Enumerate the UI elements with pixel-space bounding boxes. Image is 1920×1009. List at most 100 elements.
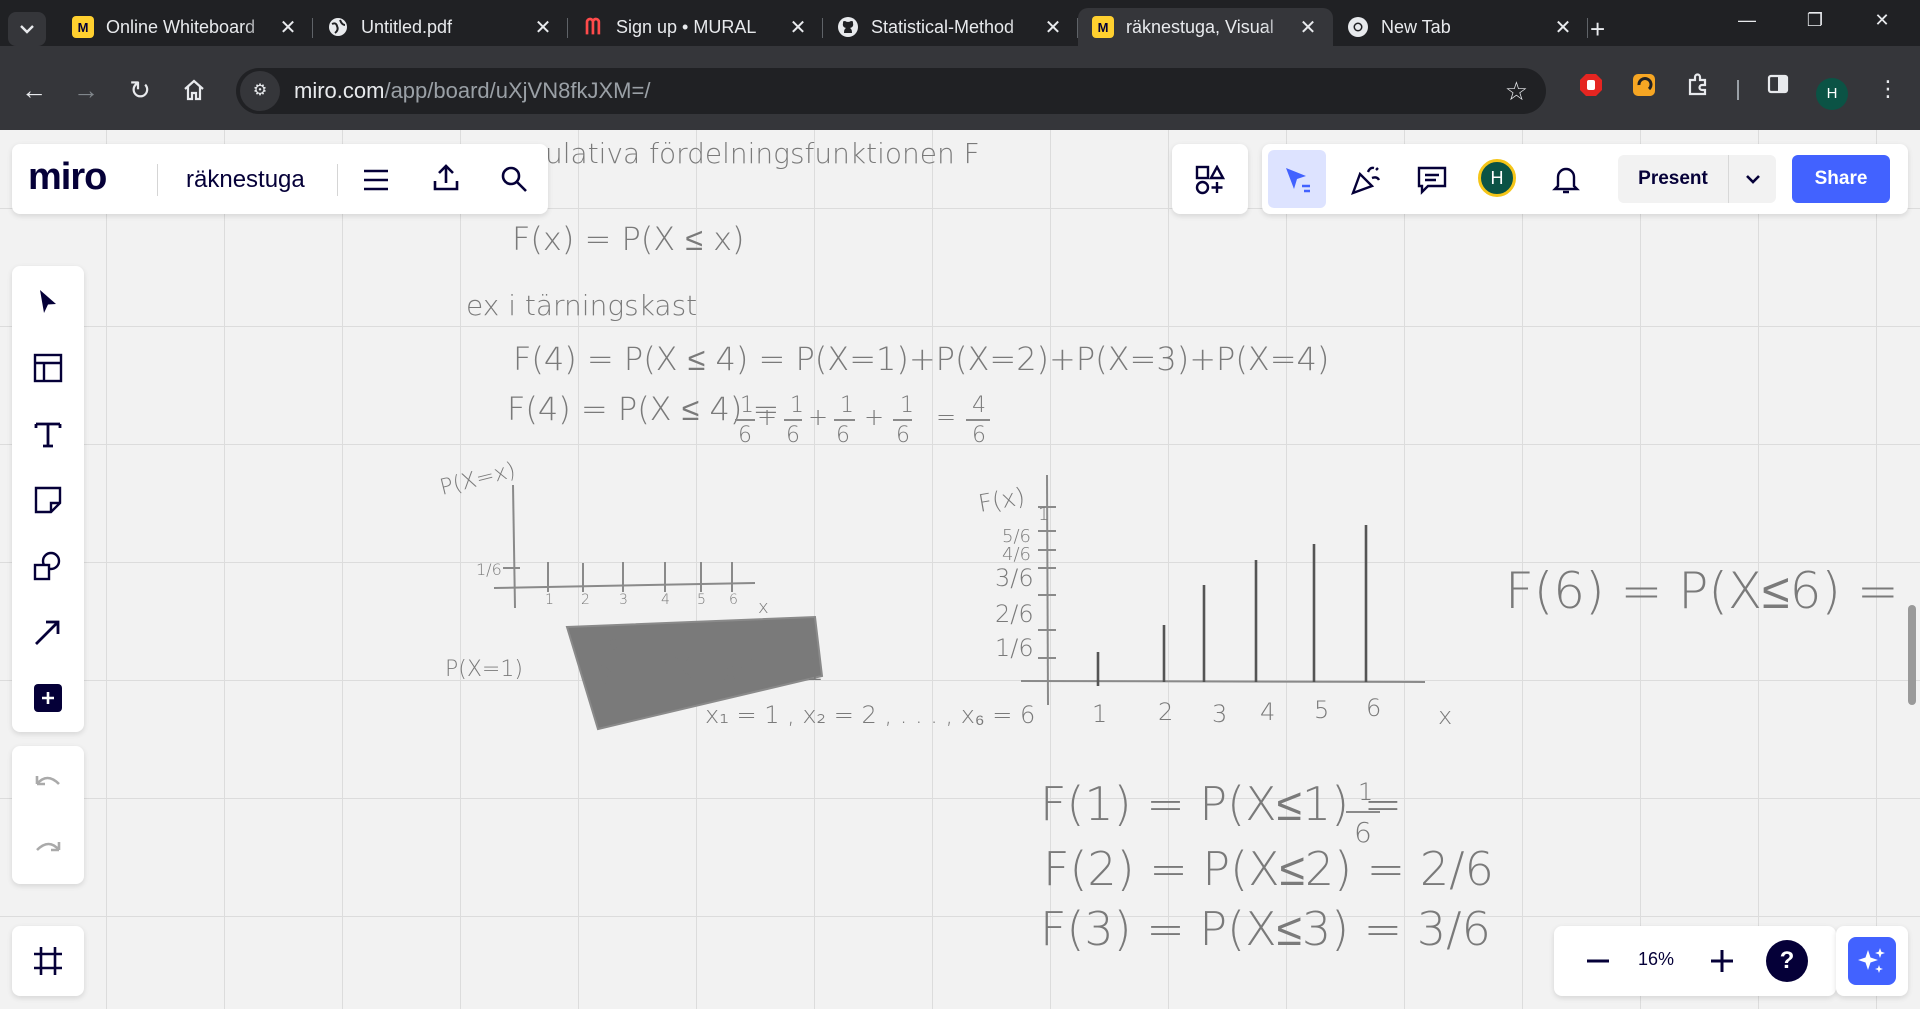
notifications-button[interactable] bbox=[1546, 160, 1586, 200]
apps-button[interactable] bbox=[1190, 160, 1230, 200]
bookmark-star-icon[interactable]: ☆ bbox=[1505, 76, 1528, 107]
px1-text: P(X=1) bbox=[445, 657, 523, 682]
apps-panel bbox=[1172, 144, 1248, 214]
tab-title: New Tab bbox=[1381, 16, 1451, 37]
home-button[interactable] bbox=[174, 70, 214, 110]
new-tab-button[interactable]: + bbox=[1590, 14, 1605, 45]
plus-icon bbox=[1711, 950, 1733, 972]
left-plot-xlabel: x bbox=[758, 597, 769, 618]
minus-icon bbox=[1587, 959, 1609, 963]
right-plot-ytick: 3/6 bbox=[995, 564, 1034, 592]
miro-logo[interactable]: miro bbox=[28, 156, 107, 199]
help-button[interactable]: ? bbox=[1766, 940, 1808, 982]
cursor-icon bbox=[40, 290, 56, 313]
side-panel-icon[interactable] bbox=[1761, 72, 1795, 106]
upload-icon bbox=[433, 164, 459, 191]
tab-untitled-pdf[interactable]: Untitled.pdf ✕ bbox=[313, 8, 568, 46]
cdf-bars bbox=[1096, 525, 1368, 686]
more-tools-button[interactable] bbox=[34, 684, 62, 712]
sum-body: P(X=xᵢ) = 1 bbox=[640, 650, 824, 688]
chevron-down-icon bbox=[1745, 175, 1760, 184]
close-icon[interactable]: ✕ bbox=[1297, 15, 1319, 40]
tab-search-button[interactable] bbox=[8, 12, 46, 46]
example-text: ex i tärningskast bbox=[466, 289, 697, 322]
select-tool-button[interactable] bbox=[28, 282, 68, 322]
adblock-extension-icon[interactable] bbox=[1574, 72, 1608, 106]
vertical-scrollbar[interactable] bbox=[1908, 605, 1916, 705]
close-icon[interactable]: ✕ bbox=[532, 15, 554, 40]
home-icon bbox=[184, 79, 204, 101]
extensions-puzzle-icon[interactable] bbox=[1681, 72, 1715, 106]
zoom-out-button[interactable] bbox=[1578, 941, 1618, 981]
templates-button[interactable] bbox=[28, 348, 68, 388]
reactions-button[interactable] bbox=[1346, 160, 1386, 200]
tab-mural-signup[interactable]: ᗰ Sign up • MURAL ✕ bbox=[568, 8, 823, 46]
tab-github[interactable]: Statistical-Method ✕ bbox=[823, 8, 1078, 46]
arrow-right-icon: → bbox=[73, 75, 99, 105]
right-plot-x-axis bbox=[1020, 680, 1426, 683]
undo-button[interactable] bbox=[28, 762, 68, 802]
present-button[interactable]: Present bbox=[1618, 155, 1776, 203]
whiteboard-canvas[interactable]: umulativa fördelningsfunktionen F F(x) =… bbox=[0, 130, 1920, 1009]
close-window-button[interactable]: ✕ bbox=[1862, 10, 1902, 31]
left-plot-xtick: 1 bbox=[545, 592, 554, 608]
shapes-tool-button[interactable] bbox=[28, 546, 68, 586]
tab-raknestuga[interactable]: M räknestuga, Visual ✕ bbox=[1078, 8, 1333, 46]
close-icon[interactable]: ✕ bbox=[1042, 15, 1064, 40]
tab-title: Statistical-Method bbox=[871, 16, 1015, 37]
right-plot-xtick: 4 bbox=[1260, 698, 1275, 726]
comments-button[interactable] bbox=[1412, 160, 1452, 200]
left-plot-xtick: 4 bbox=[661, 592, 670, 608]
share-button[interactable]: Share bbox=[1792, 155, 1890, 203]
right-plot-ytick: 1 bbox=[1038, 504, 1049, 525]
right-plot-xtick: 5 bbox=[1314, 696, 1329, 724]
right-plot-ytick: 4/6 bbox=[1002, 544, 1031, 565]
fraction-den: 6 bbox=[836, 423, 850, 448]
definition-text: F(x) = P(X ≤ x) bbox=[512, 220, 745, 258]
close-icon[interactable]: ✕ bbox=[1552, 15, 1574, 40]
fraction-num: 1 bbox=[790, 393, 804, 418]
help-icon: ? bbox=[1779, 947, 1795, 974]
chrome-menu-icon[interactable]: ⋮ bbox=[1871, 72, 1905, 106]
left-plot-xtick: 3 bbox=[619, 592, 628, 608]
connection-line-button[interactable] bbox=[28, 612, 68, 652]
tab-title: Sign up • MURAL bbox=[616, 16, 757, 37]
user-avatar[interactable]: H bbox=[1478, 159, 1516, 197]
mural-icon: ᗰ bbox=[585, 14, 601, 39]
f1-num: 1 bbox=[1358, 778, 1373, 806]
address-bar[interactable]: ⚙ miro.com/app/board/uXjVN8fkJXM=/ ☆ bbox=[236, 68, 1546, 114]
profile-avatar[interactable]: H bbox=[1816, 78, 1848, 110]
sticky-note-button[interactable] bbox=[28, 480, 68, 520]
tab-title: Online Whiteboard bbox=[106, 16, 256, 37]
tab-online-whiteboard[interactable]: M Online Whiteboard ✕ bbox=[58, 8, 313, 46]
frames-button[interactable] bbox=[28, 941, 68, 981]
present-options-dropdown[interactable] bbox=[1728, 155, 1776, 203]
fraction-num: 1 bbox=[840, 393, 854, 418]
apps-shapes-icon bbox=[1195, 165, 1225, 195]
text-tool-button[interactable] bbox=[28, 414, 68, 454]
redo-button[interactable] bbox=[28, 828, 68, 868]
reload-button[interactable]: ↻ bbox=[120, 70, 160, 110]
close-icon[interactable]: ✕ bbox=[787, 15, 809, 40]
close-icon[interactable]: ✕ bbox=[277, 15, 299, 40]
main-menu-button[interactable] bbox=[358, 162, 394, 198]
site-info-icon[interactable]: ⚙ bbox=[240, 71, 280, 111]
tab-new-tab[interactable]: New Tab ✕ bbox=[1333, 8, 1588, 46]
creation-toolbar bbox=[12, 266, 84, 732]
board-title[interactable]: räknestuga bbox=[186, 166, 305, 194]
restore-button[interactable]: ❐ bbox=[1795, 10, 1835, 31]
cursor-mode-button[interactable] bbox=[1268, 150, 1326, 208]
ai-assist-button[interactable] bbox=[1848, 937, 1896, 985]
search-button[interactable] bbox=[496, 161, 532, 197]
zoom-in-button[interactable] bbox=[1702, 941, 1742, 981]
extension-orange-icon[interactable] bbox=[1627, 72, 1661, 106]
zoom-level[interactable]: 16% bbox=[1626, 949, 1686, 970]
frames-panel bbox=[12, 926, 84, 996]
tab-separator bbox=[1587, 18, 1588, 38]
frame-icon bbox=[34, 947, 62, 975]
left-plot-x-axis bbox=[493, 582, 756, 589]
forward-button[interactable]: → bbox=[66, 70, 106, 110]
minimize-button[interactable]: — bbox=[1727, 10, 1767, 31]
export-button[interactable] bbox=[428, 160, 464, 196]
back-button[interactable]: ← bbox=[14, 70, 54, 110]
